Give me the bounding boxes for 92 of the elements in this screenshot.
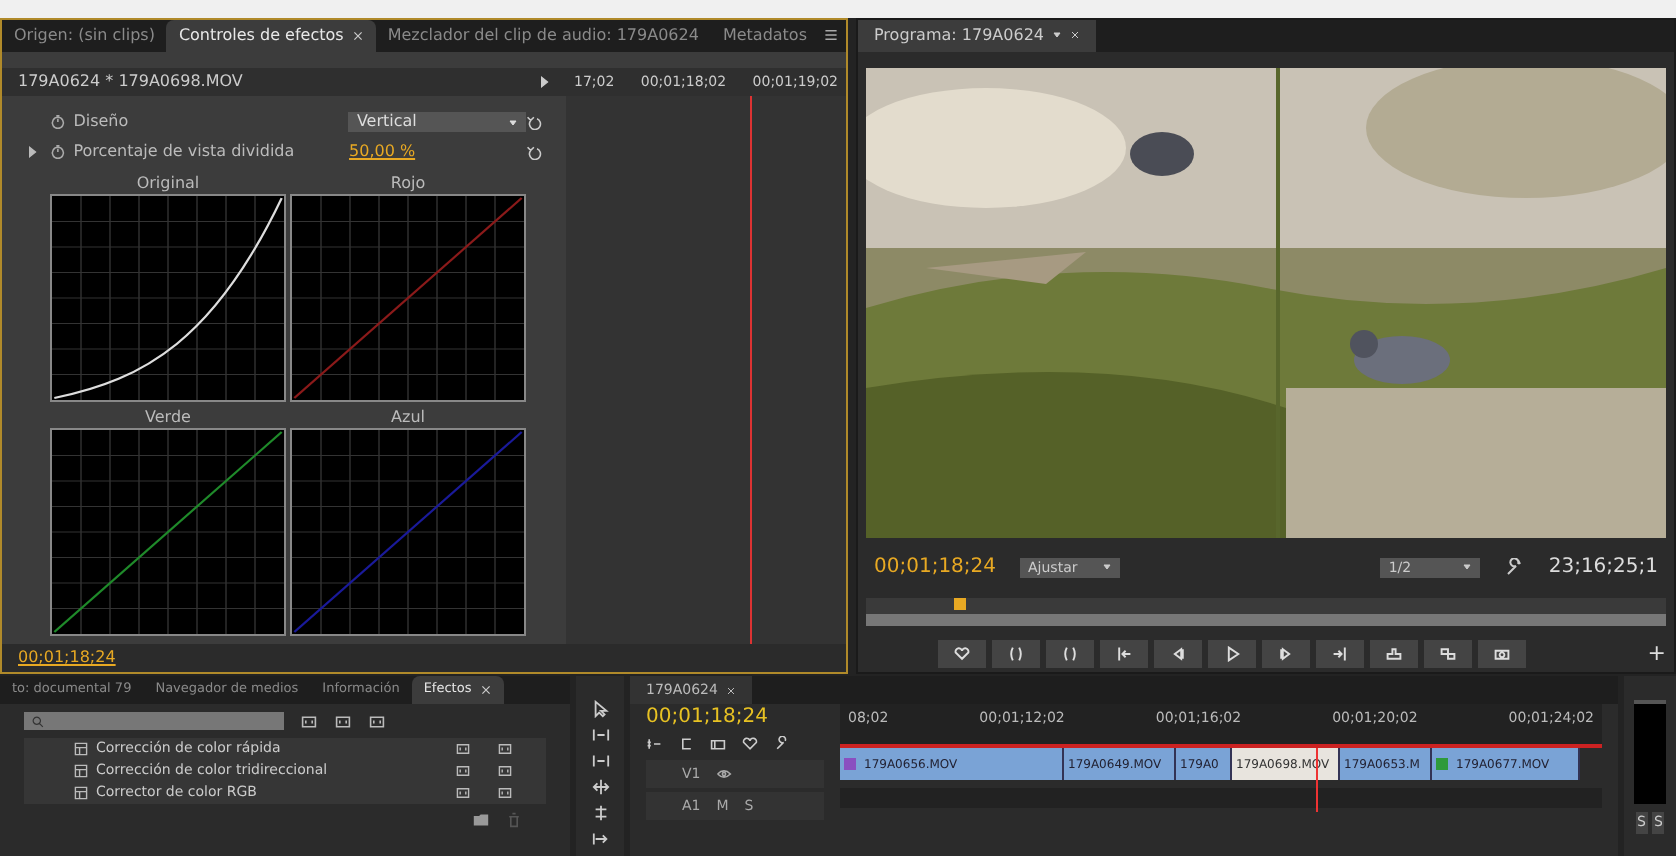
duration: 23;16;25;1 <box>1548 554 1658 583</box>
audio-meter <box>1634 700 1666 805</box>
selection-tool-icon[interactable] <box>591 700 609 719</box>
panel-tab[interactable]: Controles de efectos <box>166 19 376 52</box>
timecode[interactable]: 00;01;18;24 <box>646 704 824 733</box>
snap-icon[interactable] <box>678 736 694 753</box>
close-icon[interactable] <box>1070 30 1080 41</box>
curve-label: Verde <box>145 405 191 428</box>
curve-graph[interactable] <box>290 427 526 636</box>
reset-icon[interactable] <box>526 114 543 131</box>
curve-label: Rojo <box>390 171 426 194</box>
accelerated-icon <box>454 786 472 801</box>
wrench-icon[interactable] <box>1504 557 1525 578</box>
slip-tool-icon[interactable] <box>591 804 609 823</box>
step-back-button[interactable] <box>1154 639 1202 668</box>
mark-out-button[interactable] <box>1046 639 1094 668</box>
curve-graph[interactable] <box>50 193 286 402</box>
mark-in-icon <box>1008 645 1024 662</box>
export-frame-icon <box>1494 645 1510 662</box>
panel-tab[interactable]: Mezclador del clip de audio: 179A0624 <box>375 19 711 52</box>
ripple-tool-icon[interactable] <box>591 726 609 745</box>
caret-icon <box>1462 562 1473 573</box>
marker-icon <box>954 645 970 662</box>
bit-depth-icon <box>496 764 514 779</box>
panel-tab[interactable]: Metadatos <box>710 19 819 52</box>
effect-icon <box>74 786 88 801</box>
timecode[interactable]: 00;01;18;24 <box>874 552 997 583</box>
go-to-in-button[interactable] <box>1100 639 1148 668</box>
play-icon <box>1224 645 1240 662</box>
playhead-marker[interactable] <box>954 597 966 610</box>
insert-button[interactable] <box>1370 639 1418 668</box>
go-to-out-button[interactable] <box>1316 639 1364 668</box>
marker-button[interactable] <box>938 639 986 668</box>
panel-tab[interactable]: Origen: (sin clips) <box>2 19 167 52</box>
add-button[interactable]: + <box>1647 637 1666 671</box>
overwrite-button[interactable] <box>1424 639 1472 668</box>
clip-title: 179A0624 * 179A0698.MOV <box>18 69 243 94</box>
filter-icon[interactable] <box>334 713 352 730</box>
sync-lock-icon[interactable] <box>646 736 662 753</box>
rolling-tool-icon[interactable] <box>591 752 609 771</box>
insert-icon <box>1386 645 1402 662</box>
property-label: Diseño <box>73 110 131 135</box>
overwrite-icon <box>1440 645 1456 662</box>
mark-out-icon <box>1062 645 1078 662</box>
eye-icon[interactable] <box>716 766 733 783</box>
marker-icon[interactable] <box>742 736 758 753</box>
close-icon[interactable] <box>479 684 492 697</box>
percent-value[interactable]: 50,00 % <box>349 140 527 165</box>
panel-tab[interactable]: Programa: 179A0624 <box>858 19 1096 52</box>
go-to-in-icon <box>1116 645 1132 662</box>
go-to-out-icon <box>1332 645 1348 662</box>
curve-graph[interactable] <box>50 427 286 636</box>
effect-icon <box>74 742 88 757</box>
step-back-icon <box>1170 645 1186 662</box>
caret-icon <box>1102 562 1113 573</box>
scrubber-bar[interactable] <box>866 597 1666 626</box>
search-field[interactable] <box>24 712 284 731</box>
layout-dropdown[interactable]: Vertical <box>348 112 527 133</box>
mark-in-button[interactable] <box>992 639 1040 668</box>
folder-icon[interactable] <box>472 812 490 829</box>
accelerated-icon <box>454 742 472 757</box>
track-select-icon[interactable] <box>591 830 609 849</box>
caret-icon <box>1052 30 1062 41</box>
accelerated-icon <box>454 764 472 779</box>
search-icon <box>32 715 44 728</box>
filter-icon[interactable] <box>300 713 318 730</box>
play-button[interactable] <box>1208 639 1256 668</box>
caret-icon <box>508 117 519 128</box>
curve-label: Azul <box>391 405 425 428</box>
timecode[interactable]: 00;01;18;24 <box>18 646 116 671</box>
linked-selection-icon[interactable] <box>710 736 726 753</box>
bit-depth-icon <box>496 786 514 801</box>
effect-icon <box>74 764 88 779</box>
property-label: Porcentaje de vista dividida <box>73 140 297 165</box>
rate-tool-icon[interactable] <box>591 778 609 797</box>
curve-graph[interactable] <box>290 193 526 402</box>
wrench-icon[interactable] <box>774 736 790 753</box>
filter-icon[interactable] <box>368 713 386 730</box>
panel-menu-icon[interactable] <box>824 28 838 43</box>
step-forward-icon <box>1278 645 1294 662</box>
step-forward-button[interactable] <box>1262 639 1310 668</box>
export-frame-button[interactable] <box>1478 639 1526 668</box>
expand-icon[interactable] <box>26 146 38 159</box>
stopwatch-icon[interactable] <box>49 144 66 161</box>
bit-depth-icon <box>496 742 514 757</box>
stopwatch-icon[interactable] <box>49 114 66 131</box>
close-icon[interactable] <box>351 29 364 42</box>
play-icon[interactable] <box>538 75 550 88</box>
reset-icon[interactable] <box>526 144 542 161</box>
curve-label: Original <box>136 171 200 194</box>
playhead-line <box>1316 748 1318 813</box>
close-icon[interactable] <box>725 685 736 696</box>
